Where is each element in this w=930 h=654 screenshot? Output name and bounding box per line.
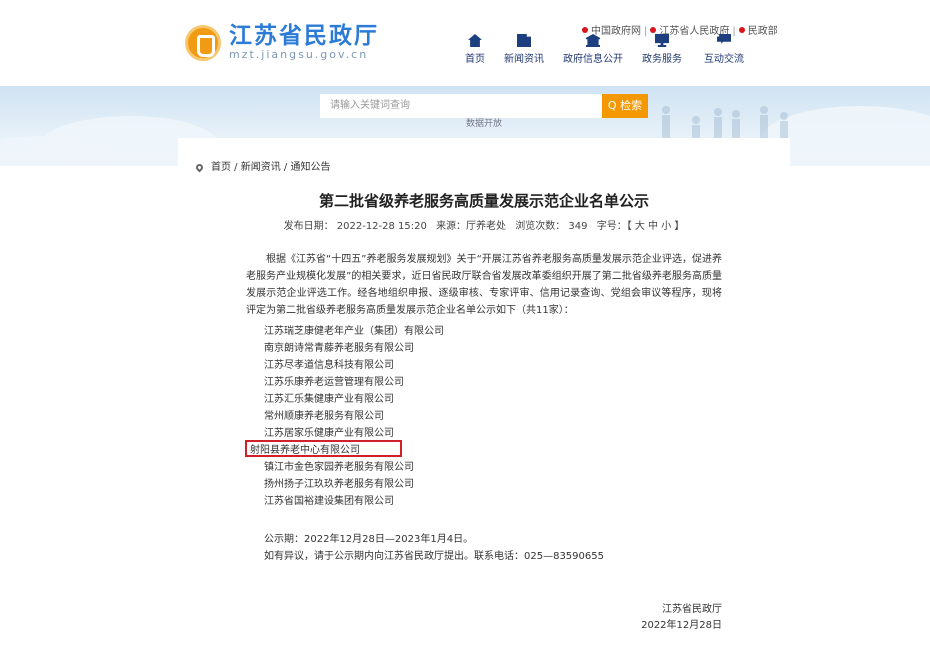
list-item: 江苏省国裕建设集团有限公司 xyxy=(264,496,394,507)
list-item: 江苏汇乐集健康产业有限公司 xyxy=(264,394,394,405)
location-pin-icon xyxy=(194,162,205,173)
bullet-icon xyxy=(582,27,588,33)
bullet-icon xyxy=(650,27,657,33)
emblem-icon xyxy=(185,25,221,61)
bullet-icon xyxy=(738,27,745,33)
highlight-box xyxy=(245,440,402,457)
list-item: 江苏瑞芝康健老年产业（集团）有限公司 xyxy=(264,326,444,337)
list-item: 常州顺康养老服务有限公司 xyxy=(264,411,384,422)
site-header: 江苏省民政厅 mzt.jiangsu.gov.cn 中国政府网 | 江苏省人民政府 |… xyxy=(0,0,930,86)
home-icon xyxy=(468,34,482,47)
view-count: 浏览次数： 349 xyxy=(515,221,588,232)
objection-notice: 如有异议，请于公示期内向江苏省民政厅提出。联系电话：025—83590655 xyxy=(264,551,604,562)
service-monitor-icon xyxy=(655,34,669,47)
list-item: 南京朗诗常青藤养老服务有限公司 xyxy=(264,343,414,354)
signature-date: 2022年12月28日 xyxy=(641,620,722,631)
font-size-switch[interactable]: 字号：【 大 中 小 】 xyxy=(597,221,685,232)
government-building-icon xyxy=(586,34,600,47)
list-item: 江苏尽孝道信息科技有限公司 xyxy=(264,360,394,371)
breadcrumb-text[interactable]: 首页 / 新闻资讯 / 通知公告 xyxy=(211,162,330,173)
site-title: 江苏省民政厅 xyxy=(229,22,379,49)
site-logo[interactable]: 江苏省民政厅 mzt.jiangsu.gov.cn xyxy=(185,24,379,62)
news-icon xyxy=(517,34,531,47)
list-item: 江苏乐康养老运营管理有限公司 xyxy=(264,377,404,388)
chat-icon xyxy=(717,34,731,44)
site-url: mzt.jiangsu.gov.cn xyxy=(229,48,369,61)
nav-news[interactable]: 新闻资讯 xyxy=(494,34,554,65)
nav-gov-service[interactable]: 政务服务 xyxy=(632,34,692,65)
article-body: 根据《江苏省“十四五”养老服务发展规划》关于“开展江苏省养老服务高质量发展示范企… xyxy=(246,251,722,319)
nav-gov-info[interactable]: 政府信息公开 xyxy=(563,34,623,65)
search-input[interactable]: 请输入关键词查询 xyxy=(320,94,602,118)
article-source: 来源：厅养老处 xyxy=(436,221,507,232)
publish-date: 发布日期： 2022-12-28 15:20 xyxy=(283,221,427,232)
search-button[interactable]: Q 检索 xyxy=(602,94,648,118)
list-item: 镇江市金色家园养老服务有限公司 xyxy=(264,462,414,473)
intro-paragraph: 根据《江苏省“十四五”养老服务发展规划》关于“开展江苏省养老服务高质量发展示范企… xyxy=(246,254,722,316)
data-open-link[interactable]: 数据开放 xyxy=(466,116,502,129)
nav-interaction[interactable]: 互动交流 xyxy=(694,34,754,65)
list-item: 江苏居家乐健康产业有限公司 xyxy=(264,428,394,439)
article-meta: 发布日期： 2022-12-28 15:20 来源：厅养老处 浏览次数： 349… xyxy=(178,217,790,232)
notice-period: 公示期：2022年12月28日—2023年1月4日。 xyxy=(264,534,474,545)
list-item: 扬州扬子江玖玖养老服务有限公司 xyxy=(264,479,414,490)
signature-org: 江苏省民政厅 xyxy=(662,604,722,615)
breadcrumb: 首页 / 新闻资讯 / 通知公告 xyxy=(194,158,330,173)
article-title: 第二批省级养老服务高质量发展示范企业名单公示 xyxy=(318,192,649,210)
